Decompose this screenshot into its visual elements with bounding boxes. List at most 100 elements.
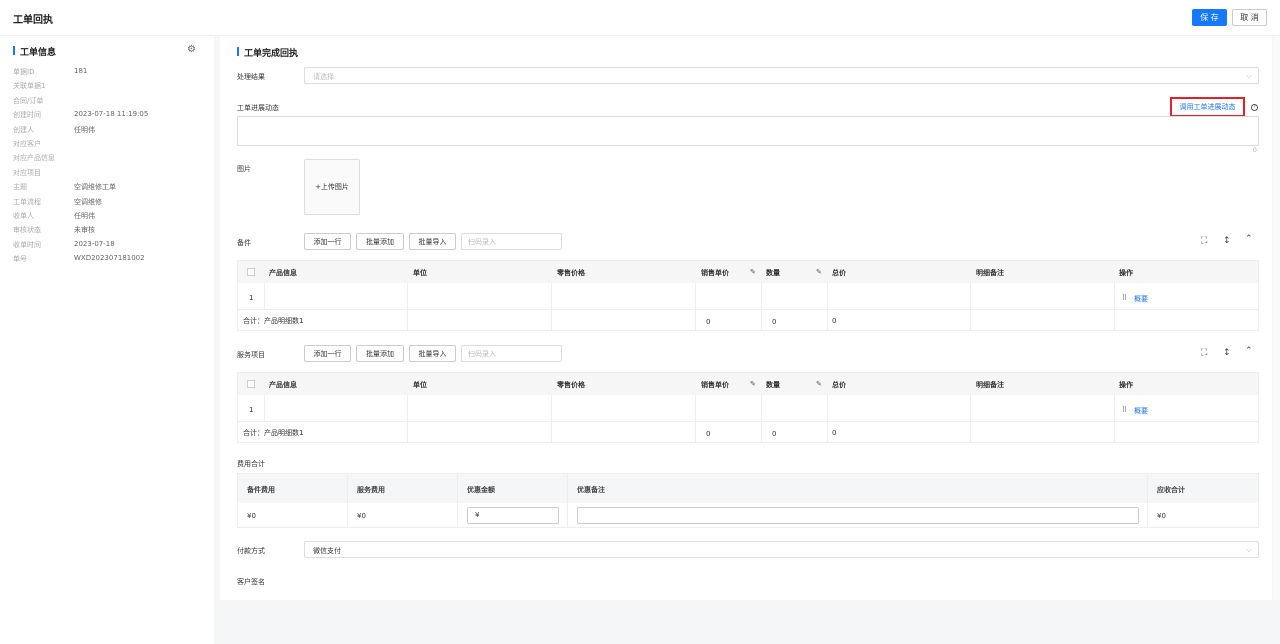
services-scan-input[interactable]: 扫码录入 <box>461 345 562 362</box>
col-product-info: 产品信息 <box>269 381 297 389</box>
info-value: 空调维修 <box>74 197 102 206</box>
fullscreen-icon[interactable]: ⛶ <box>1201 236 1207 246</box>
info-row: 工单流程 空调维修 <box>13 197 208 209</box>
payment-select[interactable]: 微信支付 ⌵ <box>304 541 1259 558</box>
fees-table: 备件费用 服务费用 优惠金额 优惠备注 应收合计 ¥0 ¥0 ¥ ¥0 <box>237 473 1259 528</box>
col-retail-price: 零售价格 <box>557 269 585 277</box>
info-key: 对应项目 <box>13 168 41 177</box>
discount-amount-input[interactable]: ¥ <box>467 507 559 524</box>
order-info-panel: 工单信息 ⚙ 单据ID 181 关联单据1 合同/订单创建时间 2023-07-18 1… <box>0 36 214 644</box>
services-batch-import-button[interactable]: 批量导入 <box>409 345 456 362</box>
order-info-title: 工单信息 <box>13 45 56 58</box>
settings-icon[interactable]: ⚙ <box>187 45 197 55</box>
signature-label: 客户签名 <box>237 578 265 586</box>
collapse-icon[interactable]: ⌃ <box>1245 346 1253 356</box>
parts-total-sum: 0 <box>832 317 837 325</box>
call-progress-link[interactable]: 调用工单进展动态 <box>1170 97 1245 117</box>
col-sale-price: 销售单价 <box>701 381 729 389</box>
page-title: 工单回执 <box>13 15 53 26</box>
parts-total-label: 合计：产品明细数1 <box>243 317 304 325</box>
info-value: WXD202307181002 <box>74 254 145 263</box>
services-total-sale: 0 <box>706 430 711 438</box>
info-row: 对应产品信息 <box>13 153 208 165</box>
receivable-total-value: ¥0 <box>1157 512 1166 520</box>
info-row: 合同/订单 <box>13 96 208 108</box>
fees-header: 备件费用 服务费用 优惠金额 优惠备注 应收合计 <box>238 474 1258 503</box>
image-label: 图片 <box>237 165 251 173</box>
parts-batch-add-button[interactable]: 批量添加 <box>356 233 404 250</box>
info-row: 创建时间 2023-07-18 11:19:05 <box>13 110 208 122</box>
info-value: 181 <box>74 67 88 75</box>
result-placeholder: 请选择 <box>313 73 334 81</box>
info-key: 单号 <box>13 255 27 264</box>
parts-batch-import-button[interactable]: 批量导入 <box>409 233 456 250</box>
edit-icon[interactable]: ✎ <box>750 268 756 276</box>
services-scan-placeholder: 扫码录入 <box>468 350 496 358</box>
payment-value: 微信支付 <box>313 547 341 555</box>
result-select[interactable]: 请选择 ⌵ <box>304 67 1259 84</box>
info-row: 关联单据1 <box>13 81 208 93</box>
progress-label: 工单进展动态 <box>237 104 279 112</box>
info-row: 创建人 任明伟 <box>13 125 208 137</box>
payment-label: 付款方式 <box>237 547 265 555</box>
fullscreen-icon[interactable]: ⛶ <box>1201 348 1207 358</box>
info-value: 任明伟 <box>74 212 95 220</box>
col-service-fee: 服务费用 <box>357 486 385 494</box>
top-bar: 工单回执 保 存 取 消 <box>0 0 1280 36</box>
services-total-sum: 0 <box>832 429 837 437</box>
cancel-button[interactable]: 取 消 <box>1232 9 1267 26</box>
edit-icon[interactable]: ✎ <box>816 380 822 388</box>
row-index: 1 <box>249 406 254 414</box>
expand-height-icon[interactable]: ↕ <box>1223 348 1231 358</box>
services-total-qty: 0 <box>772 430 777 438</box>
scrollbar[interactable] <box>1273 36 1280 600</box>
services-batch-add-button[interactable]: 批量添加 <box>356 345 404 362</box>
service-fee-value: ¥0 <box>357 512 366 520</box>
row-index: 1 <box>249 294 254 302</box>
col-remark: 明细备注 <box>976 269 1004 277</box>
row-summary-link[interactable]: 概要 <box>1134 406 1148 416</box>
parts-scan-input[interactable]: 扫码录入 <box>461 233 562 250</box>
info-key: 审核状态 <box>13 226 41 235</box>
services-add-row-button[interactable]: 添加一行 <box>304 345 351 362</box>
info-row: 单据ID 181 <box>13 67 208 79</box>
progress-textarea[interactable] <box>237 116 1259 146</box>
info-key: 关联单据1 <box>13 82 46 91</box>
info-key: 合同/订单 <box>13 96 44 105</box>
edit-icon[interactable]: ✎ <box>750 380 756 388</box>
fees-label: 费用合计 <box>237 460 265 468</box>
col-total: 总价 <box>832 381 846 389</box>
info-row: 单号 WXD202307181002 <box>13 254 208 266</box>
parts-total-sale: 0 <box>706 318 711 326</box>
row-summary-link[interactable]: 概要 <box>1134 294 1148 304</box>
info-value: 2023-07-18 11:19:05 <box>74 110 149 119</box>
result-label: 处理结果 <box>237 73 265 81</box>
upload-image-button[interactable]: +上传图片 <box>304 159 360 215</box>
info-key: 收单人 <box>13 212 34 220</box>
save-button[interactable]: 保 存 <box>1192 9 1227 26</box>
col-parts-fee: 备件费用 <box>247 486 275 494</box>
help-icon[interactable]: ? <box>1251 104 1258 111</box>
edit-icon[interactable]: ✎ <box>816 268 822 276</box>
services-total-label: 合计：产品明细数1 <box>243 429 304 437</box>
discount-remark-input[interactable] <box>577 507 1139 524</box>
collapse-icon[interactable]: ⌃ <box>1245 234 1253 244</box>
char-counter: 0 <box>1253 147 1257 154</box>
parts-table: 产品信息 单位 零售价格 销售单价 ✎ 数量 ✎ 总价 明细备注 操作 1 ⠿ … <box>237 260 1259 331</box>
col-sale-price: 销售单价 <box>701 269 729 277</box>
expand-height-icon[interactable]: ↕ <box>1223 236 1231 246</box>
info-key: 主题 <box>13 183 27 192</box>
drag-handle-icon[interactable]: ⠿ <box>1122 294 1127 302</box>
info-value: 未审核 <box>74 226 95 235</box>
info-key: 创建时间 <box>13 111 41 120</box>
col-retail-price: 零售价格 <box>557 381 585 389</box>
select-all-checkbox[interactable] <box>247 268 255 276</box>
info-row: 对应项目 <box>13 168 208 180</box>
currency-prefix: ¥ <box>475 511 480 519</box>
select-all-checkbox[interactable] <box>247 380 255 388</box>
completion-form: 工单完成回执 处理结果 请选择 ⌵ 工单进展动态 调用工单进展动态 ? 0 图片… <box>220 36 1272 600</box>
services-label: 服务项目 <box>237 351 265 359</box>
parts-add-row-button[interactable]: 添加一行 <box>304 233 351 250</box>
col-remark: 明细备注 <box>976 381 1004 389</box>
drag-handle-icon[interactable]: ⠿ <box>1122 406 1127 414</box>
